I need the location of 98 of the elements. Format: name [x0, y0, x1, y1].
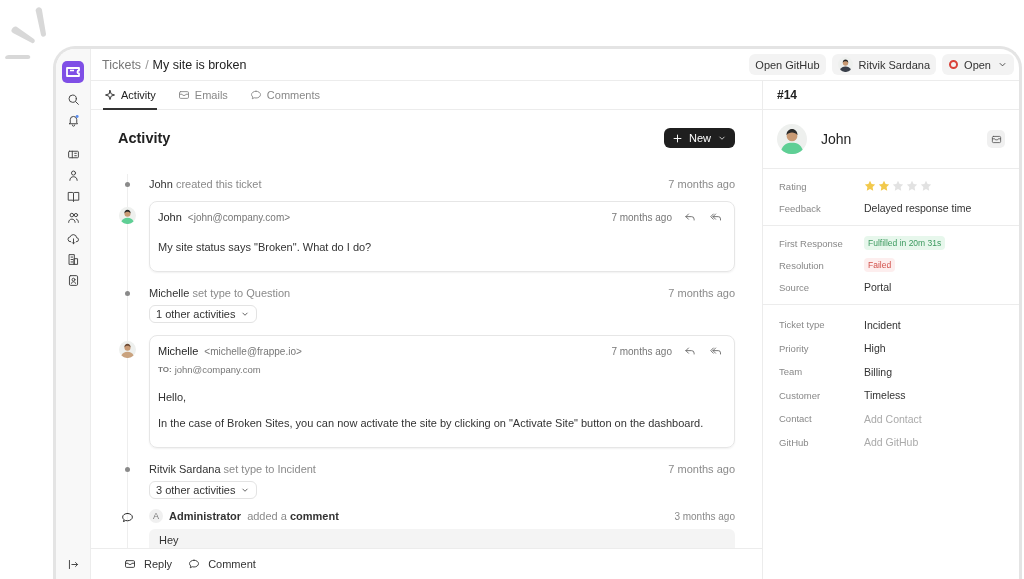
- breadcrumb-separator: /: [145, 57, 149, 72]
- comment-icon: [121, 511, 134, 524]
- failed-badge: Failed: [864, 258, 896, 272]
- contact-card-icon[interactable]: [66, 274, 80, 287]
- star-icon[interactable]: [878, 180, 890, 192]
- mail-icon: [990, 133, 1002, 145]
- chevron-icon: [717, 133, 727, 143]
- open-github-button[interactable]: Open GitHub: [749, 54, 826, 75]
- email-paragraph: Hello,: [158, 390, 188, 405]
- timestamp: 7 months ago: [668, 178, 735, 190]
- avatar: [777, 124, 807, 154]
- book-icon[interactable]: [66, 190, 80, 203]
- comment-icon: [188, 558, 201, 570]
- status-dropdown[interactable]: Open: [942, 54, 1014, 75]
- breadcrumb-link[interactable]: Tickets: [102, 57, 142, 72]
- tab[interactable]: Comments: [248, 81, 322, 110]
- field-label: Contact: [779, 413, 813, 425]
- sender-email: <michelle@frappe.io>: [204, 345, 302, 357]
- timeline-dot: [124, 467, 130, 472]
- field-value: Delayed response time: [864, 202, 972, 214]
- field-value: Timeless: [864, 389, 906, 402]
- chevron-icon: [240, 309, 251, 319]
- field-value: Portal: [864, 281, 892, 293]
- email-paragraph: In the case of Broken Sites, you can now activate the site by clicking on "Activate Site" button on the dashboard.: [158, 416, 705, 431]
- avatar: [837, 57, 853, 72]
- timestamp: 7 months ago: [611, 211, 672, 223]
- reply-icon[interactable]: [684, 345, 696, 357]
- field-label: Priority: [779, 342, 810, 354]
- field-label: Resolution: [779, 259, 825, 271]
- avatar: [118, 341, 136, 358]
- initial-avatar: A: [149, 509, 163, 523]
- cloud-icon[interactable]: [66, 232, 80, 245]
- field-label: Source: [779, 281, 811, 293]
- field-label: Feedback: [779, 202, 822, 214]
- person-icon[interactable]: [66, 169, 80, 182]
- field-value: Incident: [864, 318, 901, 331]
- search-icon[interactable]: [66, 93, 80, 106]
- expand-activities-button[interactable]: 1 other activities: [149, 305, 258, 323]
- app-logo[interactable]: [62, 61, 84, 83]
- assignee-button[interactable]: Ritvik Sardana: [831, 54, 937, 75]
- section-heading: Activity: [118, 130, 171, 146]
- timeline-dot: [124, 182, 130, 187]
- comment-body: Hey: [149, 529, 735, 548]
- field-label: Rating: [779, 180, 808, 192]
- email-paragraph: My site status says "Broken". What do I do?: [158, 240, 373, 255]
- building-icon[interactable]: [66, 253, 80, 266]
- star-icon[interactable]: [864, 180, 876, 192]
- ticket-icon[interactable]: [66, 148, 80, 161]
- sender-name: Michelle: [158, 345, 199, 357]
- comment-icon: [249, 88, 262, 101]
- recipient-line: TO: john@company.com: [158, 363, 262, 377]
- sender-name: John: [158, 211, 182, 223]
- mail-icon: [177, 88, 190, 101]
- commenter-name: Administrator: [169, 510, 242, 522]
- tab[interactable]: Activity: [103, 81, 157, 110]
- timeline-dot: [124, 291, 130, 296]
- tab[interactable]: Emails: [176, 81, 229, 110]
- input-field[interactable]: Add Contact: [864, 412, 1004, 425]
- activity-text: John created this ticket: [149, 178, 262, 190]
- activity-text: Michelle set type to Question: [149, 287, 291, 299]
- plus-icon: [672, 132, 683, 144]
- mail-icon: [124, 558, 136, 570]
- star-icon[interactable]: [906, 180, 918, 192]
- ticket-number: #14: [763, 81, 1019, 110]
- expand-activities-button[interactable]: 3 other activities: [149, 481, 258, 499]
- star-icon[interactable]: [920, 180, 932, 192]
- timestamp: 7 months ago: [668, 463, 735, 475]
- comment-button[interactable]: Comment: [188, 558, 256, 570]
- timestamp: 3 months ago: [674, 510, 735, 522]
- new-button[interactable]: New: [664, 128, 735, 148]
- people-icon[interactable]: [66, 211, 80, 224]
- notification-bell-icon[interactable]: [66, 114, 80, 127]
- ticket-title: My site is broken: [152, 57, 247, 72]
- reply-button[interactable]: Reply: [124, 558, 173, 570]
- email-button[interactable]: [987, 130, 1005, 148]
- comment-action: added a comment: [247, 510, 339, 522]
- reply-all-icon[interactable]: [710, 345, 722, 357]
- input-field[interactable]: Add GitHub: [864, 436, 1004, 449]
- success-badge: Fulfilled in 20m 31s: [864, 236, 946, 250]
- sparkle-icon: [104, 88, 116, 101]
- avatar: [118, 207, 136, 224]
- chevron-icon: [240, 485, 251, 495]
- reply-all-icon[interactable]: [710, 211, 722, 223]
- field-value: Billing: [864, 365, 892, 378]
- sender-email: <john@company.com>: [187, 211, 291, 223]
- star-icon[interactable]: [892, 180, 904, 192]
- field-label: Customer: [779, 389, 822, 401]
- timestamp: 7 months ago: [611, 345, 672, 357]
- field-label: Ticket type: [779, 319, 826, 331]
- field-label: GitHub: [779, 436, 810, 448]
- activity-text: Ritvik Sardana set type to Incident: [149, 463, 316, 475]
- reply-icon[interactable]: [684, 211, 696, 223]
- timestamp: 7 months ago: [668, 287, 735, 299]
- collapse-sidebar-icon[interactable]: [66, 558, 80, 571]
- field-value: High: [864, 342, 886, 355]
- field-label: Team: [779, 366, 804, 378]
- contact-name: John: [821, 131, 853, 147]
- field-label: First Response: [779, 237, 844, 249]
